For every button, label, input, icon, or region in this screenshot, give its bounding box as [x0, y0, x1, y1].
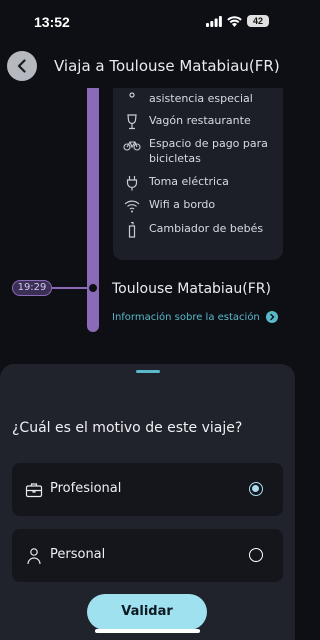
time-connector [52, 287, 88, 289]
amenity-label: Vagón restaurante [149, 114, 251, 127]
status-icons: 42 [206, 15, 269, 27]
trip-purpose-sheet: ¿Cuál es el motivo de este viaje? Profes… [0, 364, 295, 640]
amenity-item: Toma eléctrica [123, 174, 274, 191]
radio-unselected[interactable] [249, 548, 263, 562]
option-personal[interactable]: Personal [12, 529, 283, 582]
amenity-item: Wifi a bordo [123, 197, 274, 214]
validate-button[interactable]: Validar [87, 594, 207, 630]
amenities-card: asistencia especial Vagón restaurante Es… [113, 88, 283, 260]
header: Viaja a Toulouse Matabiau(FR) [0, 44, 295, 88]
back-button[interactable] [7, 51, 37, 81]
station-info-link[interactable]: Información sobre la estación [112, 311, 278, 323]
amenity-label: Espacio de pago para bicicletas [149, 137, 268, 165]
amenity-label: asistencia especial [149, 92, 253, 105]
station-name: Toulouse Matabiau(FR) [112, 281, 271, 297]
amenity-label: Wifi a bordo [149, 198, 216, 211]
status-time: 13:52 [34, 14, 70, 30]
radio-selected[interactable] [249, 482, 263, 496]
battery-indicator: 42 [247, 15, 269, 27]
home-indicator [95, 629, 200, 633]
chevron-left-icon [17, 59, 26, 73]
accessibility-icon [129, 92, 135, 98]
amenity-item: Vagón restaurante [123, 113, 274, 130]
bicycle-icon [123, 141, 141, 151]
option-label: Personal [50, 547, 106, 562]
option-label: Profesional [50, 481, 122, 496]
power-plug-icon [126, 176, 138, 191]
amenity-item: Cambiador de bebés [123, 221, 274, 238]
arrival-time-badge: 19:29 [12, 280, 52, 296]
page-title: Viaja a Toulouse Matabiau(FR) [54, 57, 280, 75]
option-professional[interactable]: Profesional [12, 463, 283, 516]
briefcase-icon [25, 483, 43, 498]
amenity-label: Toma eléctrica [149, 175, 229, 188]
wifi-status-icon [227, 15, 242, 27]
wine-glass-icon [127, 114, 137, 130]
amenity-item: Espacio de pago para bicicletas [123, 136, 274, 166]
baby-bottle-icon [128, 222, 136, 238]
stop-marker [87, 282, 99, 294]
status-bar: 13:52 42 [0, 0, 295, 44]
amenity-item: asistencia especial [123, 91, 274, 108]
amenity-label: Cambiador de bebés [149, 222, 264, 235]
sheet-question: ¿Cuál es el motivo de este viaje? [12, 420, 243, 436]
station-info-label: Información sobre la estación [112, 311, 260, 323]
person-icon [27, 548, 41, 565]
sheet-grabber[interactable] [136, 370, 160, 373]
wifi-icon [124, 200, 140, 213]
chevron-right-icon [265, 311, 278, 323]
signal-icon [206, 15, 222, 27]
route-timeline-bar [87, 88, 99, 332]
